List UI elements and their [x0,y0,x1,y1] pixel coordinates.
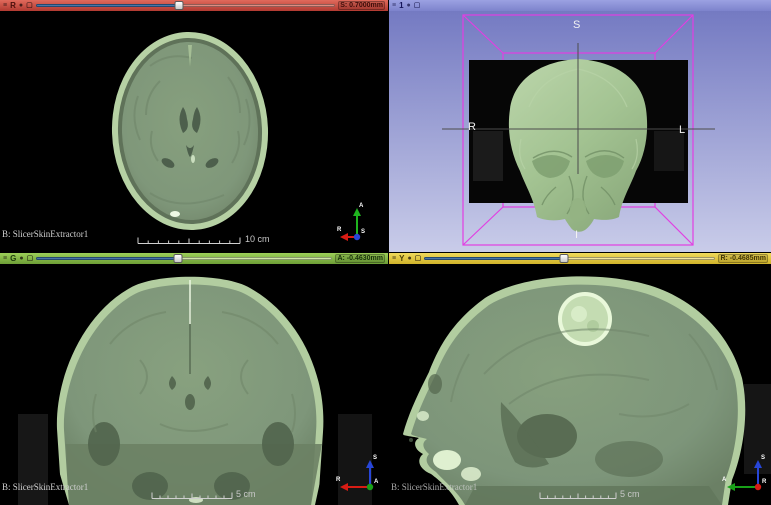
axial-view-pane: ≡ R ● ▢ S: 0.7000mm B: SlicerSkinExtract… [0,0,388,252]
corner-annotation: B: SlicerSkinExtractor1 [391,482,478,492]
axis-letter-left: R [336,477,341,483]
view-label-green: G [10,253,17,263]
slider-groove-left [424,257,565,260]
orientation-letter-left: L [679,124,686,136]
coronal-slice-image [0,264,388,505]
sagittal-view-pane: ≡ Y ● ▢ R: -0.4685mm B: SlicerSkinExtrac… [389,253,771,505]
slider-handle[interactable] [173,254,183,263]
ruler-label: 5 cm [620,489,640,499]
axis-letter-center: R [762,479,767,485]
axial-slice-image [0,11,388,252]
eye-icon[interactable]: ● [407,254,411,263]
eye-icon[interactable]: ● [407,1,411,10]
coronal-view-pane: ≡ G ● ▢ A: -0.4630mm B: SlicerSkinExtrac… [0,253,388,505]
slicer-viewer: ≡ R ● ▢ S: 0.7000mm B: SlicerSkinExtract… [0,0,771,505]
slider-groove-right [564,257,716,260]
axis-letter-left: A [722,477,727,483]
corner-annotation: B: SlicerSkinExtractor1 [2,482,89,492]
slider-handle[interactable] [174,1,184,10]
pin-icon[interactable]: ≡ [3,1,7,10]
axial-slice-viewport[interactable]: B: SlicerSkinExtractor1 10 cm A R S [0,11,388,252]
slice-offset-slider[interactable] [35,1,336,10]
axis-letter-left: R [337,227,342,233]
threed-scene [442,14,715,246]
slice-offset-slider[interactable] [36,254,333,263]
green-slice-controller-bar: ≡ G ● ▢ A: -0.4630mm [0,253,388,264]
sagittal-slice-image [389,264,771,505]
slice-offset-slider[interactable] [424,254,716,263]
orientation-letter-inferior: I [575,229,579,241]
view-label-yellow: Y [399,253,405,263]
link-icon[interactable]: ▢ [415,254,422,263]
slice-offset-value: S: 0.7000mm [338,1,385,10]
slider-groove-right [178,257,333,260]
threed-view-pane: ≡ 1 ● ▢ S R L I [389,0,771,252]
axis-letter-up: A [359,203,364,209]
pin-icon[interactable]: ≡ [392,254,396,263]
ruler-label: 5 cm [236,489,256,499]
axis-letter-up: S [373,455,378,461]
axis-letter-up: S [761,455,766,461]
eye-icon[interactable]: ● [19,254,23,263]
slider-groove-left [36,257,179,260]
sagittal-slice-viewport[interactable]: B: SlicerSkinExtractor1 5 cm S A R [389,264,771,505]
threed-viewport[interactable]: S R L I [389,11,771,252]
lesion [558,292,612,346]
pin-icon[interactable]: ≡ [392,1,396,10]
view-label-3d: 1 [399,0,404,10]
slider-handle[interactable] [559,254,569,263]
link-icon[interactable]: ▢ [26,1,33,10]
slice-offset-value: R: -0.4685mm [718,254,768,263]
view-label-red: R [10,0,16,10]
axis-letter-center: S [361,229,366,235]
eye-icon[interactable]: ● [19,1,23,10]
orientation-letter-right: R [468,121,476,133]
threed-view-controller-bar: ≡ 1 ● ▢ [389,0,771,11]
ruler-label: 10 cm [245,234,270,244]
link-icon[interactable]: ▢ [414,1,421,10]
orientation-letter-superior: S [573,19,581,31]
pin-icon[interactable]: ≡ [3,254,7,263]
slider-groove-left [35,4,180,7]
corner-annotation: B: SlicerSkinExtractor1 [2,229,89,239]
axis-letter-center: A [374,479,379,485]
red-slice-controller-bar: ≡ R ● ▢ S: 0.7000mm [0,0,388,11]
coronal-slice-viewport[interactable]: B: SlicerSkinExtractor1 5 cm S R A [0,264,388,505]
slice-offset-value: A: -0.4630mm [335,254,385,263]
link-icon[interactable]: ▢ [27,254,34,263]
yellow-slice-controller-bar: ≡ Y ● ▢ R: -0.4685mm [389,253,771,264]
slider-groove-right [179,4,336,7]
